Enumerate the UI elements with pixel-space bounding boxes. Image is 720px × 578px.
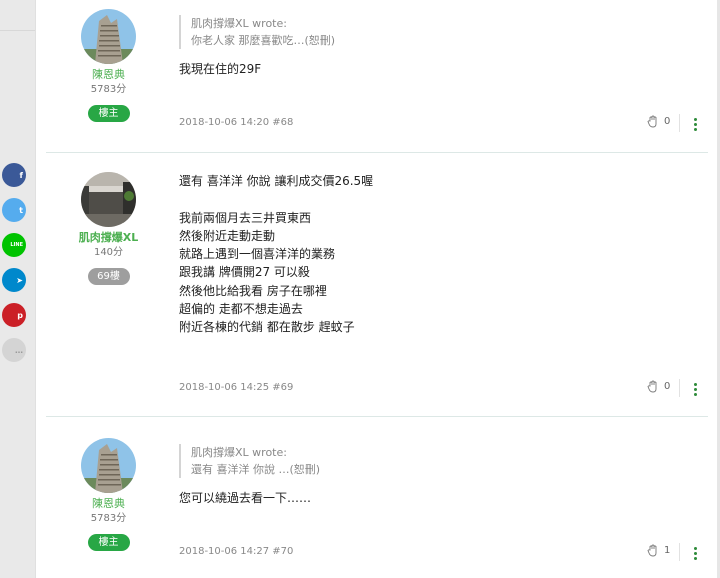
body-line: 我前兩個月去三井買東西	[179, 210, 312, 225]
body-line: 附近各棟的代銷 都在散步 趕蚊子	[179, 320, 355, 335]
body-line	[179, 190, 699, 208]
action-divider	[679, 543, 680, 561]
post-body: 還有 喜洋洋 你說 讓利成交價26.5喔 我前兩個月去三井買東西 然後附近走動走…	[179, 172, 699, 337]
like-button[interactable]: 0	[647, 115, 670, 128]
floor-badge: 樓主	[87, 105, 130, 122]
post-68: 陳恩典 5783分 樓主 肌肉撐爆XL wrote: 你老人家 那麼喜歡吃…(恕…	[46, 9, 708, 149]
building-avatar[interactable]	[81, 9, 136, 64]
like-button[interactable]: 1	[647, 544, 670, 557]
building-avatar[interactable]	[81, 438, 136, 493]
post-content: 肌肉撐爆XL wrote: 你老人家 那麼喜歡吃…(恕刪) 我現在住的29F	[179, 15, 699, 78]
post-meta[interactable]: 2018-10-06 14:27 #70	[179, 546, 293, 557]
action-divider	[679, 379, 680, 397]
post-70: 陳恩典 5783分 樓主 肌肉撐爆XL wrote: 還有 喜洋洋 你說 …(恕…	[46, 438, 708, 578]
author-points: 5783分	[90, 513, 127, 524]
post-author: 陳恩典 5783分 樓主	[46, 438, 171, 551]
quote-text[interactable]: 還有 喜洋洋 你說 …(恕刪)	[191, 461, 699, 478]
line-icon[interactable]: LINE	[2, 233, 26, 257]
like-button[interactable]: 0	[647, 380, 670, 393]
post-author: 陳恩典 5783分 樓主	[46, 9, 171, 122]
left-gutter-divider	[0, 30, 35, 31]
author-name[interactable]: 肌肉撐爆XL	[46, 230, 171, 245]
body-line: 您可以繞過去看一下……	[179, 491, 312, 505]
action-divider	[679, 114, 680, 132]
floor-badge: 69樓	[87, 268, 130, 285]
body-line: 然後附近走動走動	[179, 228, 276, 243]
post-meta[interactable]: 2018-10-06 14:20 #68	[179, 117, 293, 128]
more-options-icon[interactable]	[694, 547, 698, 562]
floor-badge: 樓主	[87, 534, 130, 551]
post-body: 我現在住的29F	[179, 60, 699, 78]
like-count: 1	[664, 545, 671, 556]
author-points: 5783分	[90, 84, 127, 95]
more-share-icon[interactable]: …	[2, 338, 26, 362]
post-meta[interactable]: 2018-10-06 14:25 #69	[179, 382, 293, 393]
quote-text[interactable]: 你老人家 那麼喜歡吃…(恕刪)	[191, 32, 699, 49]
pinterest-icon[interactable]: p	[2, 303, 26, 327]
twitter-icon[interactable]: t	[2, 198, 26, 222]
quote-header: 肌肉撐爆XL wrote:	[191, 17, 287, 30]
body-line: 我現在住的29F	[179, 62, 262, 76]
clap-icon	[647, 544, 657, 557]
post-body: 您可以繞過去看一下……	[179, 489, 699, 507]
share-bar: f t LINE ➤ p …	[2, 163, 27, 373]
body-line: 超偏的 走都不想走過去	[179, 302, 303, 317]
body-line: 就路上遇到一個喜洋洋的業務	[179, 247, 336, 262]
author-name[interactable]: 陳恩典	[46, 67, 171, 82]
post-content: 肌肉撐爆XL wrote: 還有 喜洋洋 你說 …(恕刪) 您可以繞過去看一下……	[179, 444, 699, 507]
facebook-icon[interactable]: f	[2, 163, 26, 187]
like-count: 0	[664, 116, 671, 127]
thread-panel: 陳恩典 5783分 樓主 肌肉撐爆XL wrote: 你老人家 那麼喜歡吃…(恕…	[35, 0, 717, 578]
author-name[interactable]: 陳恩典	[46, 496, 171, 511]
body-line: 還有 喜洋洋 你說 讓利成交價26.5喔	[179, 174, 374, 188]
post-divider	[46, 416, 708, 417]
clap-icon	[647, 115, 657, 128]
more-options-icon[interactable]	[694, 383, 698, 398]
more-options-icon[interactable]	[694, 118, 698, 133]
quote-header: 肌肉撐爆XL wrote:	[191, 446, 287, 459]
quote-block: 肌肉撐爆XL wrote: 你老人家 那麼喜歡吃…(恕刪)	[179, 15, 699, 49]
post-divider	[46, 152, 708, 153]
clap-icon	[647, 380, 657, 393]
post-author: 肌肉撐爆XL 140分 69樓	[46, 172, 171, 285]
like-count: 0	[664, 381, 671, 392]
quote-block: 肌肉撐爆XL wrote: 還有 喜洋洋 你說 …(恕刪)	[179, 444, 699, 478]
post-69: 肌肉撐爆XL 140分 69樓 還有 喜洋洋 你說 讓利成交價26.5喔 我前兩…	[46, 172, 708, 412]
telegram-icon[interactable]: ➤	[2, 268, 26, 292]
photo-avatar[interactable]	[81, 172, 136, 227]
author-points: 140分	[93, 247, 124, 258]
body-line: 跟我講 牌價開27 可以殺	[179, 265, 310, 280]
body-line: 然後他比給我看 房子在哪裡	[179, 283, 327, 298]
post-content: 還有 喜洋洋 你說 讓利成交價26.5喔 我前兩個月去三井買東西 然後附近走動走…	[179, 172, 699, 337]
